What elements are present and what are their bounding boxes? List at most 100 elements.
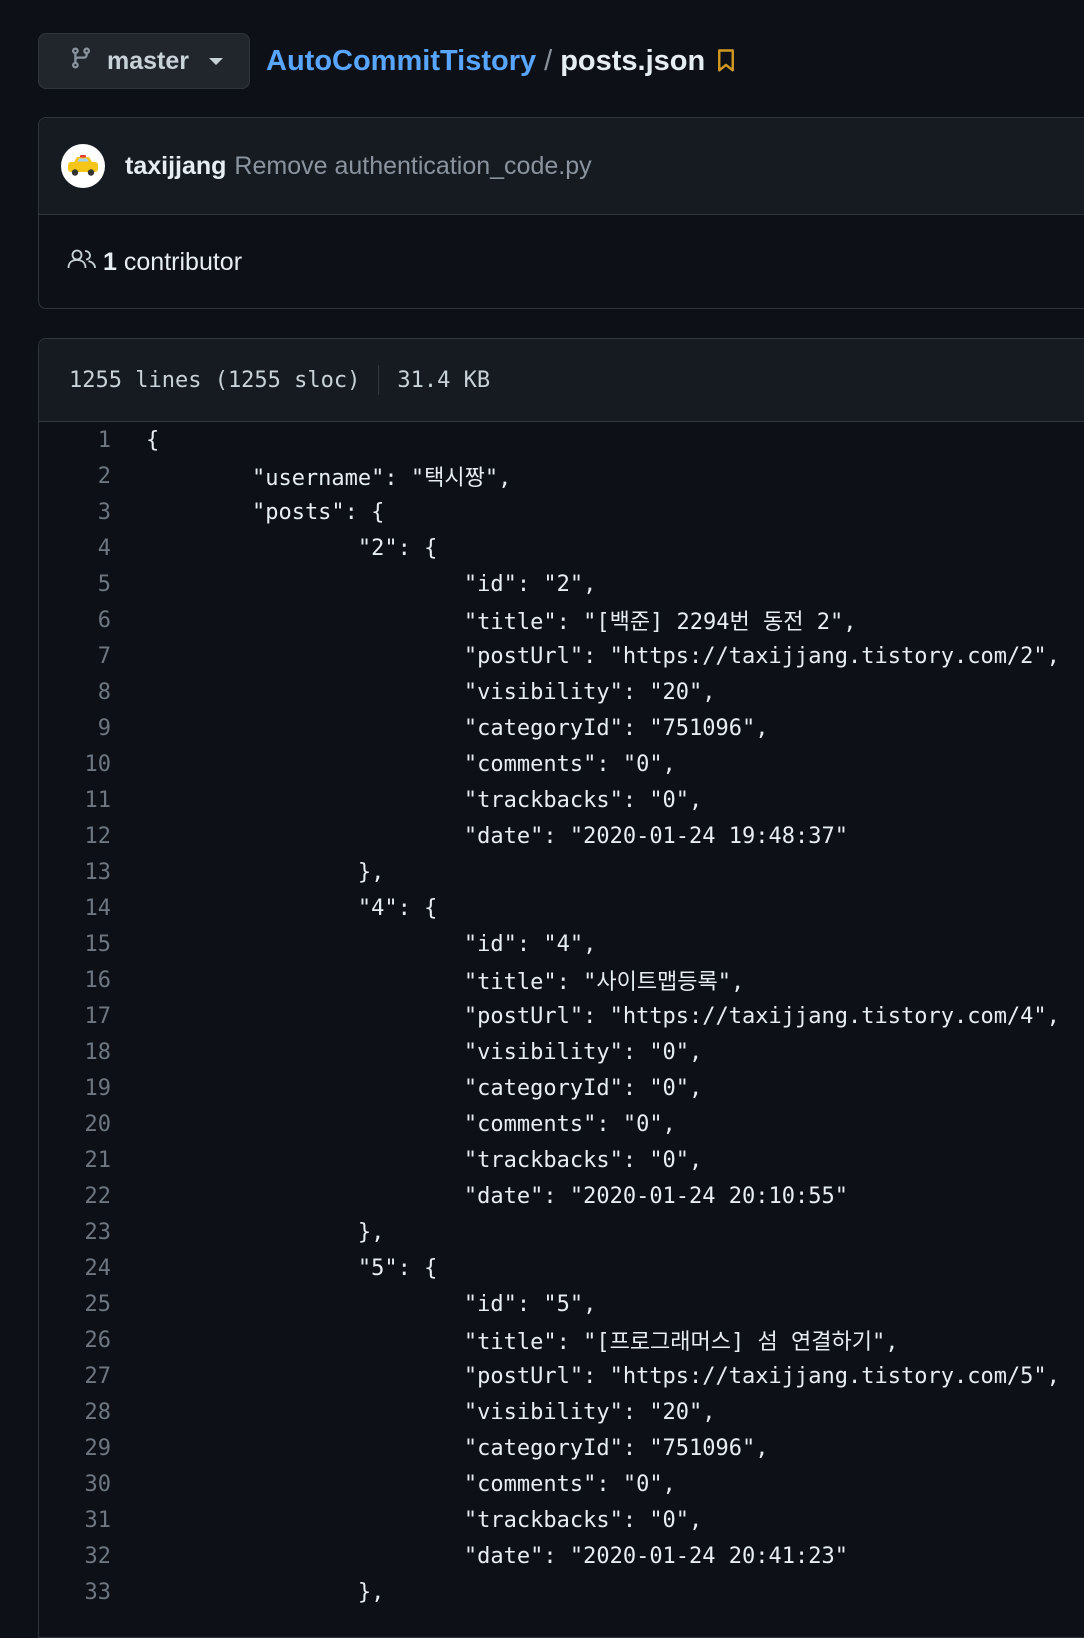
line-number[interactable]: 21 [39,1148,112,1173]
code-line: 26 "title": "[프로그래머스] 섬 연결하기", [39,1322,1084,1358]
line-text: "date": "2020-01-24 19:48:37" [146,823,848,849]
code-line: 14 "4": { [39,890,1084,926]
line-number[interactable]: 15 [39,932,112,957]
line-number[interactable]: 4 [39,536,111,561]
line-number[interactable]: 30 [39,1472,112,1497]
line-number[interactable]: 10 [39,752,112,777]
bookmark-icon[interactable] [717,49,735,73]
line-number[interactable]: 9 [39,716,111,741]
code-line: 30 "comments": "0", [39,1466,1084,1502]
line-text: "title": "사이트맵등록", [146,970,745,995]
line-number[interactable]: 11 [39,788,112,813]
header-divider [378,365,380,395]
code-line: 16 "title": "사이트맵등록", [39,962,1084,998]
code-line: 25 "id": "5", [39,1286,1084,1322]
line-number[interactable]: 22 [39,1184,112,1209]
line-text: "visibility": "20", [146,679,716,705]
code-view[interactable]: 1{2 "username": "택시짱", 3 "posts": {4 "2":… [39,422,1084,1610]
file-viewer: 1255 lines (1255 sloc) 31.4 KB 1{2 "user… [38,338,1084,1638]
line-text: }, [146,859,385,885]
line-text: "2": { [146,535,438,561]
line-text: "4": { [146,895,438,921]
line-text: "trackbacks": "0", [146,1147,703,1173]
code-line: 31 "trackbacks": "0", [39,1502,1084,1538]
code-line: 28 "visibility": "20", [39,1394,1084,1430]
code-line: 17 "postUrl": "https://taxijjang.tistory… [39,998,1084,1034]
line-number[interactable]: 14 [39,896,112,921]
line-number[interactable]: 1 [39,428,111,453]
line-number[interactable]: 7 [39,644,111,669]
code-line: 13 }, [39,854,1084,890]
line-number[interactable]: 28 [39,1400,112,1425]
line-number[interactable]: 13 [39,860,112,885]
line-number[interactable]: 24 [39,1256,112,1281]
file-name: posts.json [560,44,706,77]
people-icon [67,248,97,277]
line-number[interactable]: 19 [39,1076,112,1101]
latest-commit-row: taxijjang Remove authentication_code.py [39,118,1084,215]
line-text: "id": "2", [146,571,597,597]
line-number[interactable]: 25 [39,1292,112,1317]
code-line: 8 "visibility": "20", [39,674,1084,710]
line-number[interactable]: 5 [39,572,111,597]
code-line: 15 "id": "4", [39,926,1084,962]
line-number[interactable]: 31 [39,1508,112,1533]
line-text: "categoryId": "0", [146,1075,703,1101]
line-number[interactable]: 3 [39,500,111,525]
line-text: "postUrl": "https://taxijjang.tistory.co… [146,1363,1060,1389]
line-text: "id": "5", [146,1291,597,1317]
line-text: }, [146,1219,385,1245]
code-line: 11 "trackbacks": "0", [39,782,1084,818]
line-number[interactable]: 18 [39,1040,112,1065]
contributors-row[interactable]: 1 contributor [39,215,1084,309]
code-line: 21 "trackbacks": "0", [39,1142,1084,1178]
line-number[interactable]: 26 [39,1328,112,1353]
code-line: 32 "date": "2020-01-24 20:41:23" [39,1538,1084,1574]
line-text: "categoryId": "751096", [146,1435,769,1461]
line-text: "comments": "0", [146,1471,676,1497]
line-number[interactable]: 2 [39,464,111,489]
line-text: "username": "택시짱", [146,466,512,491]
line-number[interactable]: 16 [39,968,112,993]
line-text: "visibility": "0", [146,1039,703,1065]
code-line: 22 "date": "2020-01-24 20:10:55" [39,1178,1084,1214]
code-line: 6 "title": "[백준] 2294번 동전 2", [39,602,1084,638]
line-text: "title": "[프로그래머스] 섬 연결하기", [146,1330,899,1355]
file-info-header: 1255 lines (1255 sloc) 31.4 KB [39,339,1084,422]
line-text: "title": "[백준] 2294번 동전 2", [146,610,857,635]
contributor-count: 1 [103,247,117,276]
line-number[interactable]: 8 [39,680,111,705]
line-text: "comments": "0", [146,751,676,777]
commit-author[interactable]: taxijjang [125,152,226,181]
avatar[interactable] [61,144,105,188]
line-text: "posts": { [146,499,385,525]
code-line: 7 "postUrl": "https://taxijjang.tistory.… [39,638,1084,674]
commit-message[interactable]: Remove authentication_code.py [234,152,591,181]
line-text: "trackbacks": "0", [146,1507,703,1533]
line-text: "comments": "0", [146,1111,676,1137]
line-number[interactable]: 27 [39,1364,112,1389]
contributor-label: contributor [123,247,243,276]
branch-selector-button[interactable]: master [38,33,250,89]
file-size: 31.4 KB [397,367,491,393]
line-number[interactable]: 23 [39,1220,112,1245]
line-number[interactable]: 33 [39,1580,112,1605]
line-text: { [146,427,160,453]
code-line: 33 }, [39,1574,1084,1610]
code-line: 1{ [39,422,1084,458]
code-line: 24 "5": { [39,1250,1084,1286]
line-number[interactable]: 12 [39,824,112,849]
line-text: }, [146,1579,385,1605]
code-line: 19 "categoryId": "0", [39,1070,1084,1106]
code-line: 3 "posts": { [39,494,1084,530]
repo-link[interactable]: AutoCommitTistory [266,45,536,78]
line-number[interactable]: 17 [39,1004,112,1029]
line-count: 1255 lines (1255 sloc) [69,367,361,393]
line-number[interactable]: 29 [39,1436,112,1461]
code-line: 27 "postUrl": "https://taxijjang.tistory… [39,1358,1084,1394]
line-number[interactable]: 32 [39,1544,112,1569]
code-line: 9 "categoryId": "751096", [39,710,1084,746]
line-text: "date": "2020-01-24 20:41:23" [146,1543,848,1569]
line-number[interactable]: 20 [39,1112,112,1137]
line-number[interactable]: 6 [39,608,111,633]
